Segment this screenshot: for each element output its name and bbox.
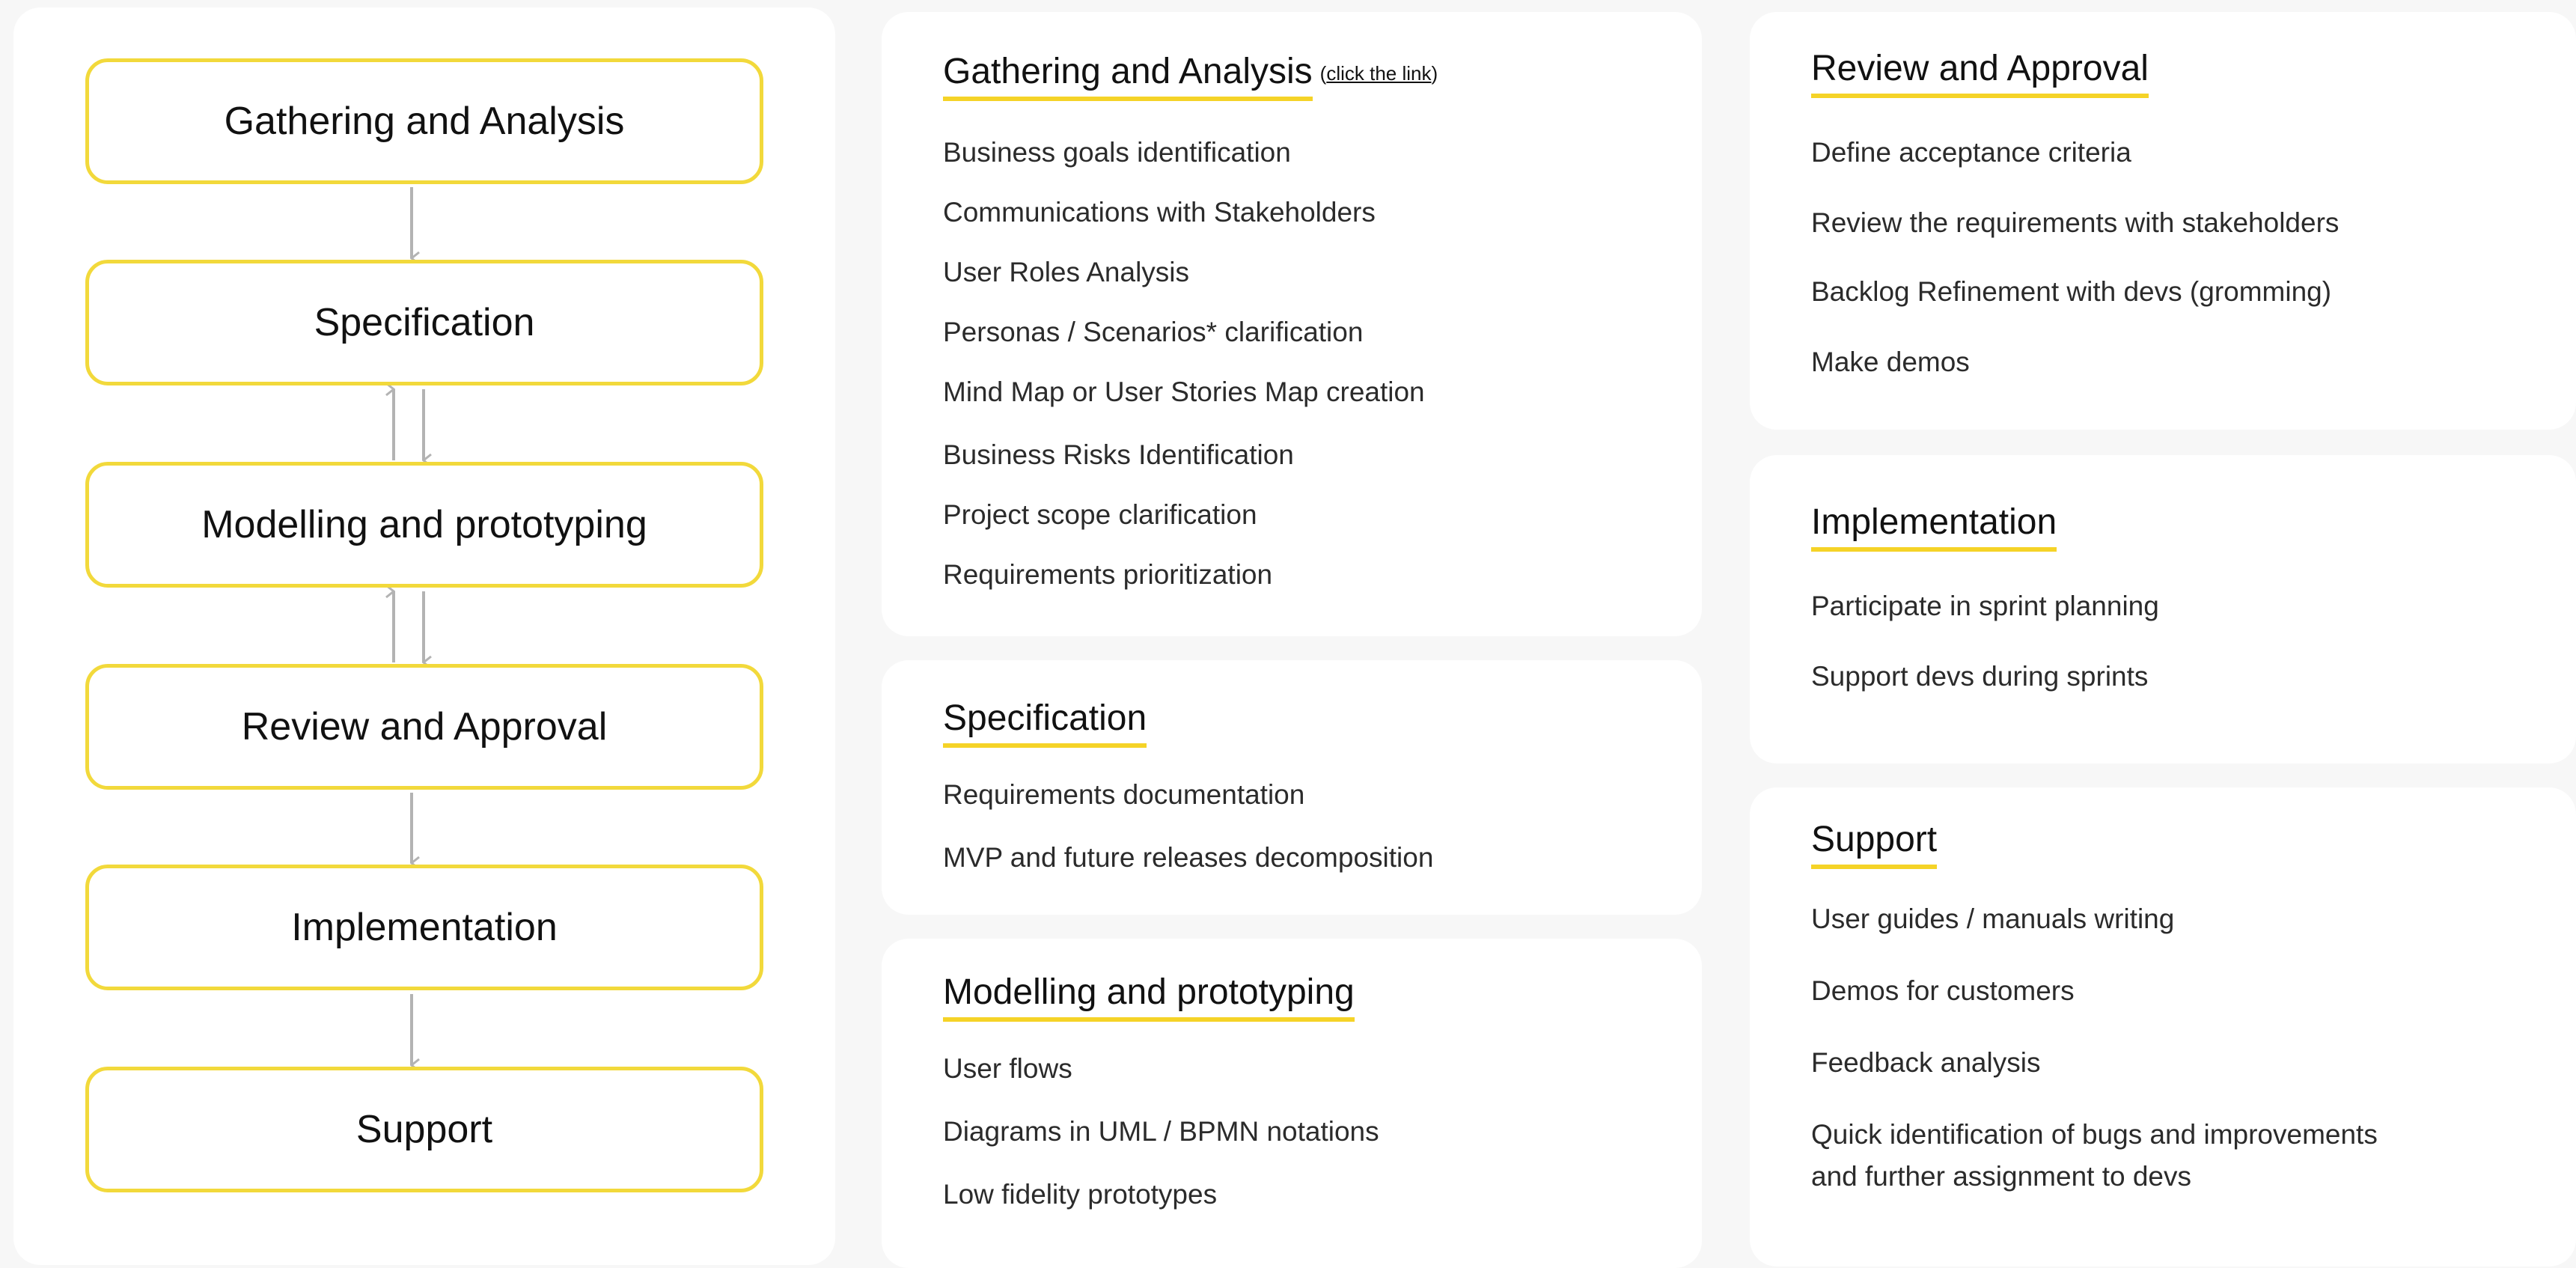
list-item: Mind Map or User Stories Map creation [943,377,1425,407]
list-item: Backlog Refinement with devs (gromming) [1811,276,2332,307]
list-item: Business Risks Identification [943,439,1294,470]
list-item: Make demos [1811,347,1970,377]
stage-implementation[interactable]: Implementation [85,865,763,990]
card-heading-support: Support [1811,819,1938,869]
stage-specification[interactable]: Specification [85,260,763,385]
stage-review-and-approval[interactable]: Review and Approval [85,664,763,790]
list-item: Requirements prioritization [943,559,1273,590]
list-item: Define acceptance criteria [1811,137,2131,168]
list-item: Project scope clarification [943,499,1257,530]
list-item: Support devs during sprints [1811,661,2149,692]
list-item: User flows [943,1053,1072,1084]
list-item: Review the requirements with stakeholder… [1811,207,2340,238]
link-paren-close: ) [1431,62,1438,85]
card-specification: Specification Requirements documentation… [882,660,1702,915]
list-item: Participate in sprint planning [1811,591,2159,621]
process-flow-panel: Gathering and Analysis Specification Mod… [13,7,835,1265]
list-item: Communications with Stakeholders [943,197,1376,228]
card-title-gathering: Gathering and Analysis (click the link) [943,51,1438,101]
card-heading-specification: Specification [943,698,1147,748]
list-item: MVP and future releases decomposition [943,842,1434,873]
card-review-and-approval: Review and Approval Define acceptance cr… [1750,12,2576,430]
card-title-modelling: Modelling and prototyping [943,972,1355,1022]
stage-support[interactable]: Support [85,1067,763,1192]
card-heading-implementation: Implementation [1811,502,2057,552]
click-the-link[interactable]: click the link [1326,62,1431,85]
card-title-review: Review and Approval [1811,48,2149,98]
link-paren-open: ( [1319,62,1327,85]
list-item: User guides / manuals writing [1811,903,2175,934]
card-implementation: Implementation Participate in sprint pla… [1750,455,2576,763]
list-item: Personas / Scenarios* clarification [943,317,1364,347]
card-title-specification: Specification [943,698,1147,748]
list-item: Business goals identification [943,137,1291,168]
card-heading-gathering: Gathering and Analysis [943,51,1313,101]
link-wrapper: (click the link) [1320,62,1438,85]
card-heading-review: Review and Approval [1811,48,2149,98]
list-item: Low fidelity prototypes [943,1179,1218,1210]
card-title-support: Support [1811,819,1938,869]
card-title-implementation: Implementation [1811,502,2057,552]
list-item: Feedback analysis [1811,1047,2041,1078]
card-support: Support User guides / manuals writing De… [1750,787,2576,1267]
list-item: Demos for customers [1811,975,2075,1006]
card-heading-modelling: Modelling and prototyping [943,972,1355,1022]
flow-arrows [13,187,835,1247]
card-gathering-and-analysis: Gathering and Analysis (click the link) B… [882,12,1702,636]
list-item: and further assignment to devs [1811,1161,2192,1192]
list-item: Quick identification of bugs and improve… [1811,1119,2378,1150]
card-modelling-and-prototyping: Modelling and prototyping User flows Dia… [882,939,1702,1268]
list-item: Requirements documentation [943,779,1305,810]
stage-modelling-and-prototyping[interactable]: Modelling and prototyping [85,462,763,588]
list-item: Diagrams in UML / BPMN notations [943,1116,1379,1147]
list-item: User Roles Analysis [943,257,1190,287]
stage-gathering-and-analysis[interactable]: Gathering and Analysis [85,58,763,184]
